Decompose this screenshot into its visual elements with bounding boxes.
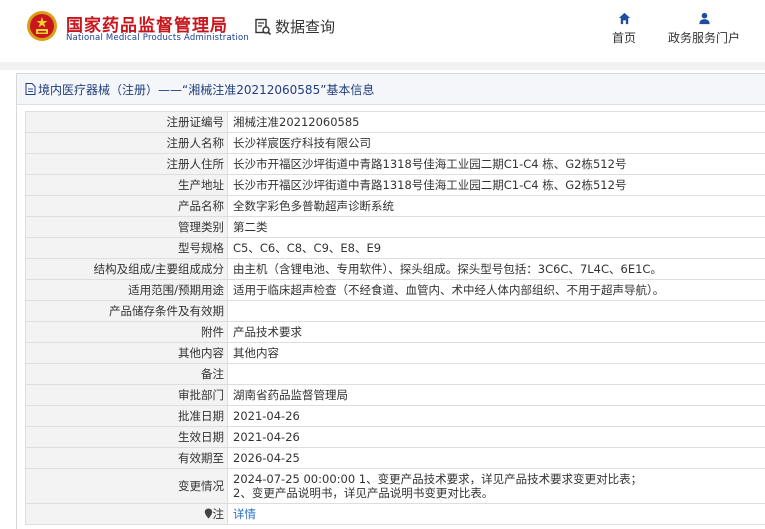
table-row: 型号规格C5、C6、C8、C9、E8、E9: [26, 238, 765, 259]
table-row: 审批部门湖南省药品监督管理局: [26, 385, 765, 406]
change-line-2: 2、变更产品说明书，详见产品说明书变更对比表。: [233, 486, 760, 500]
table-row: 备注: [26, 364, 765, 385]
table-row-change: 变更情况 2024-07-25 00:00:00 1、变更产品技术要求，详见产品…: [26, 469, 765, 504]
row-label: 其他内容: [26, 343, 228, 364]
row-value: 长沙市开福区沙坪街道中青路1318号佳海工业园二期C1-C4 栋、G2栋512号: [228, 175, 765, 196]
info-table: 注册证编号湘械注准20212060585 注册人名称长沙祥宸医疗科技有限公司 注…: [25, 111, 765, 525]
row-label: 附件: [26, 322, 228, 343]
row-value: [228, 364, 765, 385]
nav-gov-label: 政务服务门户: [668, 29, 740, 46]
user-icon: [698, 12, 711, 25]
table-row: 生产地址长沙市开福区沙坪街道中青路1318号佳海工业园二期C1-C4 栋、G2栋…: [26, 175, 765, 196]
table-row: 结构及组成/主要组成成分由主机（含锂电池、专用软件）、探头组成。探头型号包括：3…: [26, 259, 765, 280]
site-header: 国家药品监督管理局 National Medical Products Admi…: [0, 0, 765, 62]
row-label: 管理类别: [26, 217, 228, 238]
table-row: 产品储存条件及有效期: [26, 301, 765, 322]
table-row: 适用范围/预期用途适用于临床超声检查（不经食道、血管内、术中经人体内部组织、不用…: [26, 280, 765, 301]
row-value: 长沙祥宸医疗科技有限公司: [228, 133, 765, 154]
row-label: 有效期至: [26, 448, 228, 469]
table-row: 有效期至2026-04-25: [26, 448, 765, 469]
row-label: 注册人住所: [26, 154, 228, 175]
notes-label: 注: [26, 504, 228, 525]
breadcrumb-text: 境内医疗器械（注册）——“湘械注准20212060585”基本信息: [38, 81, 374, 98]
pin-icon: [204, 508, 213, 519]
table-row-notes: 注 详情: [26, 504, 765, 525]
row-value: 全数字彩色多普勒超声诊断系统: [228, 196, 765, 217]
row-label: 生产地址: [26, 175, 228, 196]
row-value: 2021-04-26: [228, 427, 765, 448]
table-row: 注册证编号湘械注准20212060585: [26, 112, 765, 133]
table-row: 其他内容其他内容: [26, 343, 765, 364]
row-value: 2026-04-25: [228, 448, 765, 469]
row-label: 注册人名称: [26, 133, 228, 154]
national-emblem-icon: [26, 10, 58, 42]
row-value: 其他内容: [228, 343, 765, 364]
row-value: 产品技术要求: [228, 322, 765, 343]
table-row: 批准日期2021-04-26: [26, 406, 765, 427]
details-link[interactable]: 详情: [233, 507, 256, 521]
table-row: 附件产品技术要求: [26, 322, 765, 343]
document-icon: [25, 83, 36, 95]
row-value: [228, 301, 765, 322]
notes-value: 详情: [228, 504, 765, 525]
row-value: 第二类: [228, 217, 765, 238]
home-icon: [618, 12, 631, 25]
table-row: 生效日期2021-04-26: [26, 427, 765, 448]
row-value: 适用于临床超声检查（不经食道、血管内、术中经人体内部组织、不用于超声导航）。: [228, 280, 765, 301]
row-value: 2021-04-26: [228, 406, 765, 427]
document-search-icon: [254, 18, 272, 36]
site-subtitle: National Medical Products Administration: [66, 33, 249, 43]
header-divider: [0, 62, 765, 70]
change-history: 2024-07-25 00:00:00 1、变更产品技术要求，详见产品技术要求变…: [228, 469, 765, 504]
data-query-label: 数据查询: [275, 16, 335, 37]
row-value: 长沙市开福区沙坪街道中青路1318号佳海工业园二期C1-C4 栋、G2栋512号: [228, 154, 765, 175]
row-label: 产品储存条件及有效期: [26, 301, 228, 322]
breadcrumb: 境内医疗器械（注册）——“湘械注准20212060585”基本信息: [17, 74, 765, 105]
row-label: 批准日期: [26, 406, 228, 427]
row-value: C5、C6、C8、C9、E8、E9: [228, 238, 765, 259]
row-label: 审批部门: [26, 385, 228, 406]
table-row: 管理类别第二类: [26, 217, 765, 238]
nav-home[interactable]: 首页: [612, 12, 636, 46]
row-value: 由主机（含锂电池、专用软件）、探头组成。探头型号包括：3C6C、7L4C、6E1…: [228, 259, 765, 280]
data-query-link[interactable]: 数据查询: [254, 16, 335, 37]
nav-gov-services[interactable]: 政务服务门户: [668, 12, 740, 46]
row-label: 注册证编号: [26, 112, 228, 133]
row-value: 湘械注准20212060585: [228, 112, 765, 133]
row-label: 生效日期: [26, 427, 228, 448]
row-label: 备注: [26, 364, 228, 385]
table-row: 产品名称全数字彩色多普勒超声诊断系统: [26, 196, 765, 217]
nav-home-label: 首页: [612, 29, 636, 46]
row-label: 结构及组成/主要组成成分: [26, 259, 228, 280]
row-label: 型号规格: [26, 238, 228, 259]
table-row: 注册人名称长沙祥宸医疗科技有限公司: [26, 133, 765, 154]
row-label: 变更情况: [26, 469, 228, 504]
table-row: 注册人住所长沙市开福区沙坪街道中青路1318号佳海工业园二期C1-C4 栋、G2…: [26, 154, 765, 175]
row-label: 适用范围/预期用途: [26, 280, 228, 301]
detail-panel: 境内医疗器械（注册）——“湘械注准20212060585”基本信息 注册证编号湘…: [16, 73, 765, 529]
row-value: 湖南省药品监督管理局: [228, 385, 765, 406]
row-label: 产品名称: [26, 196, 228, 217]
notes-label-text: 注: [213, 507, 225, 521]
change-line-1: 2024-07-25 00:00:00 1、变更产品技术要求，详见产品技术要求变…: [233, 472, 760, 486]
